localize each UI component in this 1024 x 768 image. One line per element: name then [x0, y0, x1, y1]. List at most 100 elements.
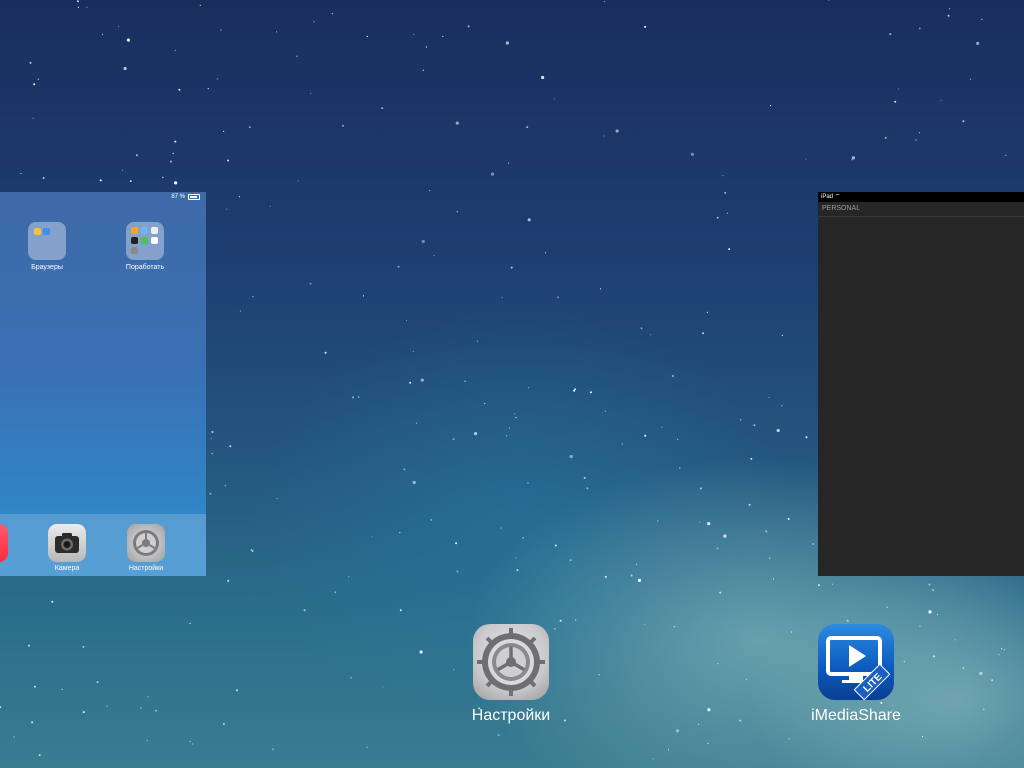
- star: [886, 606, 888, 608]
- star: [805, 158, 807, 160]
- star: [928, 583, 931, 586]
- star: [309, 282, 312, 285]
- star: [657, 520, 659, 522]
- star: [527, 482, 529, 484]
- dock-label-settings: Настройки: [128, 565, 164, 572]
- star: [216, 78, 218, 80]
- star: [174, 140, 177, 143]
- dock: Камера Настройки: [0, 514, 206, 576]
- star: [640, 327, 643, 330]
- battery-percentage: 87 %: [171, 194, 185, 200]
- imediashare-app-label[interactable]: iMediaShare: [786, 707, 926, 725]
- star: [121, 169, 123, 171]
- star: [140, 707, 142, 709]
- star: [707, 522, 711, 526]
- star: [348, 576, 350, 578]
- star: [170, 160, 172, 163]
- star: [207, 88, 209, 90]
- star: [224, 485, 226, 487]
- star: [229, 445, 232, 448]
- star: [604, 410, 607, 412]
- star: [412, 350, 414, 352]
- star: [526, 126, 529, 129]
- star: [403, 468, 406, 471]
- folder-label-work: Поработать: [125, 264, 165, 271]
- star: [303, 609, 306, 612]
- star: [506, 435, 508, 437]
- star: [621, 443, 623, 445]
- star: [574, 388, 576, 391]
- star: [828, 0, 830, 1]
- star: [544, 252, 547, 254]
- star: [412, 480, 416, 485]
- star: [1001, 648, 1003, 650]
- star: [13, 736, 15, 738]
- star: [554, 544, 557, 547]
- star: [118, 25, 120, 27]
- star: [583, 476, 586, 479]
- star: [603, 0, 605, 3]
- star: [745, 678, 748, 680]
- star: [556, 296, 559, 299]
- app-card-home-screen[interactable]: 87 % Браузеры Поработать Камера Настройк…: [0, 192, 206, 576]
- star: [805, 436, 808, 439]
- imediashare-lite-icon[interactable]: LITE: [818, 624, 894, 700]
- star: [29, 61, 32, 64]
- star: [222, 723, 225, 726]
- star: [366, 746, 368, 749]
- star: [667, 749, 670, 751]
- star: [998, 654, 1000, 656]
- camera-icon: [48, 524, 86, 562]
- star: [101, 33, 104, 35]
- settings-app-label[interactable]: Настройки: [441, 707, 581, 725]
- star: [28, 644, 30, 647]
- star: [419, 650, 423, 654]
- star: [209, 492, 212, 495]
- star: [500, 527, 502, 529]
- star: [497, 734, 500, 737]
- status-bar: 87 %: [171, 194, 200, 200]
- star: [38, 754, 41, 757]
- star: [851, 159, 853, 161]
- app-card-imediashare[interactable]: iPad ⌔ PERSONAL: [818, 192, 1024, 576]
- star: [467, 25, 470, 28]
- star: [675, 729, 680, 733]
- star: [770, 104, 772, 107]
- star: [313, 21, 315, 23]
- star: [211, 453, 213, 455]
- star: [970, 78, 972, 80]
- star: [484, 403, 486, 405]
- star: [922, 735, 924, 738]
- star: [673, 626, 675, 628]
- battery-icon: [188, 194, 200, 200]
- star: [456, 570, 459, 573]
- star: [199, 4, 201, 6]
- star: [707, 708, 711, 712]
- star: [515, 416, 517, 419]
- star: [716, 216, 719, 219]
- star: [569, 559, 572, 562]
- star: [276, 497, 278, 500]
- star: [981, 18, 983, 20]
- star: [342, 124, 344, 127]
- settings-app-icon[interactable]: [473, 624, 549, 700]
- star: [174, 49, 176, 51]
- star: [717, 663, 719, 665]
- star: [147, 696, 149, 698]
- star: [476, 340, 478, 342]
- star: [772, 578, 775, 580]
- star: [415, 422, 418, 424]
- star: [32, 117, 34, 119]
- status-bar: iPad ⌔: [818, 192, 1024, 202]
- star: [599, 288, 602, 290]
- settings-icon: [127, 524, 165, 562]
- star: [192, 743, 194, 745]
- star: [528, 387, 530, 389]
- star: [516, 569, 519, 572]
- star: [0, 706, 2, 709]
- star: [399, 531, 401, 534]
- star: [490, 172, 495, 176]
- star: [20, 172, 22, 175]
- star: [236, 689, 238, 692]
- star: [884, 136, 887, 139]
